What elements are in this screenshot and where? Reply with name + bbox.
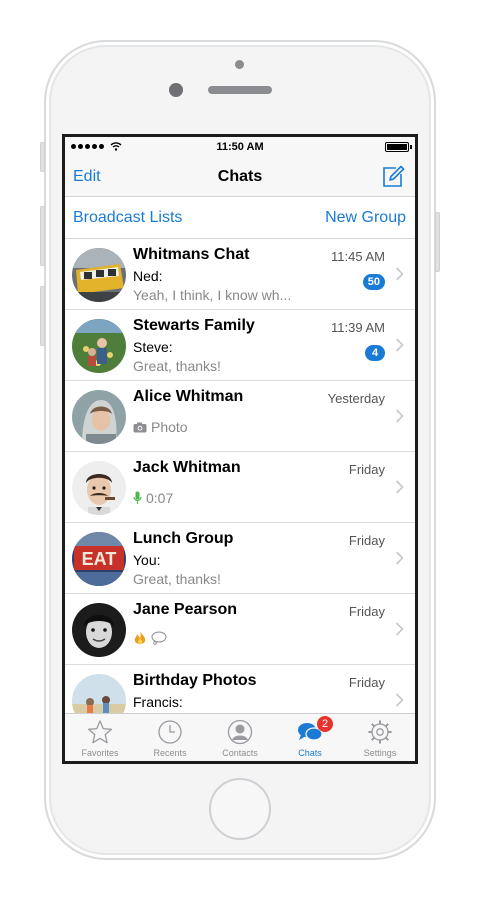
chat-time: 11:39 AM xyxy=(331,320,385,335)
chevron-right-icon xyxy=(395,480,404,494)
broadcast-lists-button[interactable]: Broadcast Lists xyxy=(73,209,182,227)
chat-preview: 0:07 xyxy=(133,490,173,506)
chat-name: Stewarts Family xyxy=(133,317,255,334)
status-bar: 11:50 AM xyxy=(65,137,415,157)
proximity-sensor xyxy=(235,60,244,69)
chat-name: Whitmans Chat xyxy=(133,246,250,263)
unread-badge: 50 xyxy=(362,274,385,290)
mute-switch xyxy=(40,142,45,172)
microphone-icon xyxy=(133,491,142,504)
tab-label: Chats xyxy=(298,748,322,758)
chat-name: Birthday Photos xyxy=(133,672,257,689)
chat-time: 11:45 AM xyxy=(331,249,385,264)
chat-row-birthday-photos[interactable]: Birthday Photos Friday Francis: xyxy=(65,665,415,719)
chat-sender: You: xyxy=(133,552,161,568)
tab-contacts[interactable]: Contacts xyxy=(205,714,275,761)
person-icon xyxy=(227,719,253,745)
chevron-right-icon xyxy=(395,551,404,565)
tab-bar: Favorites Recents Contacts 2 Chats Setti… xyxy=(65,713,415,761)
chat-row-stewarts-family[interactable]: Stewarts Family 11:39 AM Steve: Great, t… xyxy=(65,310,415,381)
tab-label: Contacts xyxy=(222,748,258,758)
chat-preview xyxy=(133,630,167,646)
chat-preview-text: Photo xyxy=(151,419,188,435)
tab-label: Settings xyxy=(363,748,397,758)
tab-label: Favorites xyxy=(81,748,119,758)
chat-preview: Photo xyxy=(133,419,188,435)
power-button xyxy=(435,212,440,272)
compose-icon[interactable] xyxy=(381,165,405,189)
gear-icon xyxy=(368,720,392,744)
volume-down-button xyxy=(40,286,45,346)
chat-preview: Yeah, I think, I know wh... xyxy=(133,287,292,303)
app-screen: 11:50 AM Edit Chats Broadcast Lists New … xyxy=(62,134,418,764)
chat-row-alice-whitman[interactable]: Alice Whitman Yesterday Photo xyxy=(65,381,415,452)
tab-favorites[interactable]: Favorites xyxy=(65,714,135,761)
chat-time: Friday xyxy=(348,533,385,548)
tab-recents[interactable]: Recents xyxy=(135,714,205,761)
chat-sender: Ned: xyxy=(133,268,163,284)
navigation-bar: Edit Chats xyxy=(65,157,415,197)
chat-sender: Steve: xyxy=(133,339,173,355)
avatar xyxy=(72,319,126,373)
avatar: EAT xyxy=(72,532,126,586)
tab-chats[interactable]: 2 Chats xyxy=(275,714,345,761)
status-time: 11:50 AM xyxy=(216,141,264,153)
chat-name: Jane Pearson xyxy=(133,601,238,618)
front-camera xyxy=(169,83,183,97)
chat-row-jane-pearson[interactable]: Jane Pearson Friday xyxy=(65,594,415,665)
chat-time: Friday xyxy=(348,604,385,619)
new-group-button[interactable]: New Group xyxy=(325,209,406,227)
chat-preview: Great, thanks! xyxy=(133,571,221,587)
chat-preview: Great, thanks! xyxy=(133,358,221,374)
chat-name: Lunch Group xyxy=(133,530,234,547)
page-title: Chats xyxy=(217,168,263,185)
chevron-right-icon xyxy=(395,338,404,352)
tab-badge: 2 xyxy=(317,716,333,732)
fire-emoji-icon xyxy=(134,631,146,645)
avatar xyxy=(72,248,126,302)
avatar xyxy=(72,390,126,444)
chat-name: Jack Whitman xyxy=(133,459,241,476)
svg-text:EAT: EAT xyxy=(82,549,117,569)
chat-time: Friday xyxy=(348,675,385,690)
camera-icon xyxy=(133,422,147,432)
chat-row-jack-whitman[interactable]: Jack Whitman Friday 0:07 xyxy=(65,452,415,523)
clock-icon xyxy=(158,720,182,744)
chat-row-lunch-group[interactable]: EAT Lunch Group Friday You: Great, thank… xyxy=(65,523,415,594)
chat-time: Friday xyxy=(348,462,385,477)
avatar xyxy=(72,603,126,657)
chevron-right-icon xyxy=(395,693,404,707)
chevron-right-icon xyxy=(395,409,404,423)
star-icon xyxy=(87,720,113,744)
speech-bubble-emoji-icon xyxy=(151,631,167,645)
chat-preview-text: 0:07 xyxy=(146,490,174,506)
chat-row-whitmans-chat[interactable]: Whitmans Chat 11:45 AM Ned: Yeah, I thin… xyxy=(65,239,415,310)
chevron-right-icon xyxy=(395,267,404,281)
list-actions-row: Broadcast Lists New Group xyxy=(65,197,415,239)
chat-sender: Francis: xyxy=(133,694,183,710)
volume-up-button xyxy=(40,206,45,266)
tab-label: Recents xyxy=(153,748,187,758)
tab-settings[interactable]: Settings xyxy=(345,714,415,761)
chevron-right-icon xyxy=(395,622,404,636)
unread-badge: 4 xyxy=(365,345,385,361)
chat-time: Yesterday xyxy=(327,391,385,406)
avatar xyxy=(72,461,126,515)
earpiece-speaker xyxy=(208,86,272,94)
home-button[interactable] xyxy=(209,778,271,840)
battery-icon xyxy=(385,142,412,152)
chat-name: Alice Whitman xyxy=(133,388,244,405)
chat-list: Whitmans Chat 11:45 AM Ned: Yeah, I thin… xyxy=(65,239,415,719)
